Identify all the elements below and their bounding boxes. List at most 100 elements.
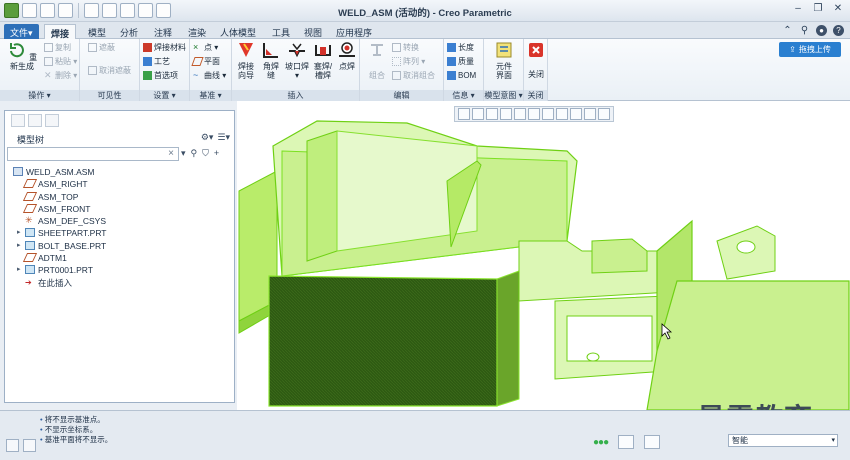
tab-applications[interactable]: 应用程序 xyxy=(330,24,378,39)
minimize-icon[interactable]: – xyxy=(792,3,804,14)
tree-item[interactable]: ▸ PRT0001.PRT xyxy=(7,264,233,276)
unhide-button[interactable]: 取消遮蔽 xyxy=(88,65,131,76)
app-logo-icon[interactable] xyxy=(4,3,19,18)
group-label-model-intent[interactable]: 模型意图 ▾ xyxy=(484,90,523,101)
tab-analysis[interactable]: 分析 xyxy=(114,24,144,39)
favorites-tab-icon[interactable] xyxy=(45,113,59,127)
group-label-settings[interactable]: 设置 ▾ xyxy=(140,90,189,101)
weld-wizard-button[interactable]: 焊接 向导 xyxy=(234,41,258,80)
process-button[interactable]: 工艺 xyxy=(143,56,170,67)
help-icon[interactable]: ? xyxy=(833,25,844,36)
save-icon[interactable] xyxy=(58,3,73,18)
tab-weld[interactable]: 焊接 xyxy=(44,24,77,39)
preferences-button[interactable]: 首选项 xyxy=(143,70,178,81)
tree-item[interactable]: ✳ ASM_DEF_CSYS xyxy=(7,215,233,227)
curve-button[interactable]: ~ 曲线 ▾ xyxy=(193,70,226,81)
search-icon[interactable]: ⚲ xyxy=(799,25,810,36)
convert-button[interactable]: 转换 xyxy=(392,42,419,53)
browser-toggle-icon[interactable] xyxy=(23,439,36,452)
tree-settings-icon[interactable]: ⚙▾ xyxy=(201,132,214,143)
repaint-icon[interactable] xyxy=(500,108,512,120)
tree-item[interactable]: ADTM1 xyxy=(7,252,233,264)
clear-search-icon[interactable]: × xyxy=(168,148,174,159)
weld-material-button[interactable]: 焊接材料 xyxy=(143,42,186,53)
close-window-icon[interactable] xyxy=(156,3,171,18)
selection-box-icon[interactable] xyxy=(644,435,661,449)
tab-render[interactable]: 渲染 xyxy=(182,24,212,39)
component-interface-button[interactable]: 元件 界面 xyxy=(490,41,518,80)
tree-item[interactable]: ▸ BOLT_BASE.PRT xyxy=(7,240,233,252)
ungroup-button[interactable]: 取消组合 xyxy=(392,70,435,81)
windows-icon[interactable] xyxy=(138,3,153,18)
selection-filter-select[interactable]: 智能 ▾ xyxy=(728,434,838,447)
close-weld-button[interactable]: 关闭 xyxy=(526,41,546,79)
folder-browser-tab-icon[interactable] xyxy=(28,113,42,127)
tab-view[interactable]: 视图 xyxy=(298,24,328,39)
annotation-display-icon[interactable] xyxy=(584,108,596,120)
collapse-ribbon-icon[interactable]: ⌃ xyxy=(782,25,793,36)
undo-icon[interactable] xyxy=(84,3,99,18)
model-tree-tab-icon[interactable] xyxy=(11,113,25,127)
upload-button[interactable]: ⇪ 拖拽上传 xyxy=(779,42,841,57)
tree-item[interactable]: WELD_ASM.ASM xyxy=(7,166,233,178)
copy-button[interactable]: 复制 xyxy=(44,42,71,53)
point-button[interactable]: × 点 ▾ xyxy=(193,42,218,53)
saved-orientations-icon[interactable] xyxy=(528,108,540,120)
restore-icon[interactable]: ❐ xyxy=(812,3,824,14)
zoom-out-icon[interactable] xyxy=(486,108,498,120)
bom-button[interactable]: BOM xyxy=(447,70,476,81)
close-icon[interactable]: ✕ xyxy=(832,3,844,14)
status-bar: 将不显示基准点。 不显示坐标系。 基准平面将不显示。 ●●● xyxy=(0,410,850,460)
regenerate-icon[interactable] xyxy=(120,3,135,18)
regenerate-button[interactable]: 重新生成 xyxy=(6,41,38,71)
find-icon[interactable] xyxy=(618,435,635,449)
plane-button[interactable]: 平面 xyxy=(191,56,220,67)
datum-display-icon[interactable] xyxy=(570,108,582,120)
plug-weld-button[interactable]: 塞焊/ 槽焊 xyxy=(311,41,335,80)
community-icon[interactable]: ● xyxy=(816,25,827,36)
groove-weld-button[interactable]: 坡口焊 ▾ xyxy=(284,41,310,80)
refit-icon[interactable] xyxy=(458,108,470,120)
expand-arrow-icon[interactable]: ▸ xyxy=(17,227,25,239)
dropdown-arrow-icon[interactable]: ▾ xyxy=(181,148,186,159)
show-icon[interactable]: ☰▾ xyxy=(217,132,230,143)
navigator-toggle-icon[interactable] xyxy=(6,439,19,452)
expand-arrow-icon[interactable]: ▸ xyxy=(17,264,25,276)
length-button[interactable]: 长度 xyxy=(447,42,474,53)
tree-search-input[interactable]: × xyxy=(7,147,179,161)
find-icon[interactable]: ⚲ xyxy=(191,148,198,159)
tree-item[interactable]: ➔ 在此插入 xyxy=(7,277,233,289)
display-style-icon[interactable] xyxy=(514,108,526,120)
perspective-icon[interactable] xyxy=(556,108,568,120)
tab-model[interactable]: 模型 xyxy=(82,24,112,39)
view-manager-icon[interactable] xyxy=(542,108,554,120)
add-icon[interactable]: + xyxy=(214,148,219,159)
filter-icon[interactable]: ⛉ xyxy=(202,148,209,159)
zoom-in-icon[interactable] xyxy=(472,108,484,120)
tree-item[interactable]: ASM_RIGHT xyxy=(7,178,233,190)
tab-file[interactable]: 文件▾ xyxy=(4,24,39,39)
group-label-info[interactable]: 信息 ▾ xyxy=(444,90,483,101)
tree-item[interactable]: ASM_TOP xyxy=(7,191,233,203)
expand-arrow-icon[interactable]: ▸ xyxy=(17,240,25,252)
mass-button[interactable]: 质量 xyxy=(447,56,474,67)
hide-button[interactable]: 遮蔽 xyxy=(88,42,115,53)
group-label-operations[interactable]: 操作 ▾ xyxy=(0,90,79,101)
new-file-icon[interactable] xyxy=(22,3,37,18)
tab-annotate[interactable]: 注释 xyxy=(148,24,178,39)
fillet-weld-button[interactable]: 角焊 缝 xyxy=(259,41,283,80)
tree-item[interactable]: ASM_FRONT xyxy=(7,203,233,215)
spin-center-icon[interactable] xyxy=(598,108,610,120)
delete-button[interactable]: ✕ 删除 ▾ xyxy=(44,70,77,81)
group-button[interactable]: 组合 xyxy=(364,41,390,80)
graphics-viewport[interactable] xyxy=(237,101,850,410)
group-label-datum[interactable]: 基准 ▾ xyxy=(190,90,231,101)
pattern-button[interactable]: 阵列 ▾ xyxy=(392,56,425,67)
tab-manikin[interactable]: 人体模型 xyxy=(214,24,262,39)
tab-tools[interactable]: 工具 xyxy=(266,24,296,39)
spot-weld-button[interactable]: 点焊 xyxy=(336,41,358,71)
redo-icon[interactable] xyxy=(102,3,117,18)
tree-item[interactable]: ▸ SHEETPART.PRT xyxy=(7,227,233,239)
paste-button[interactable]: 粘贴 ▾ xyxy=(44,56,77,67)
open-file-icon[interactable] xyxy=(40,3,55,18)
